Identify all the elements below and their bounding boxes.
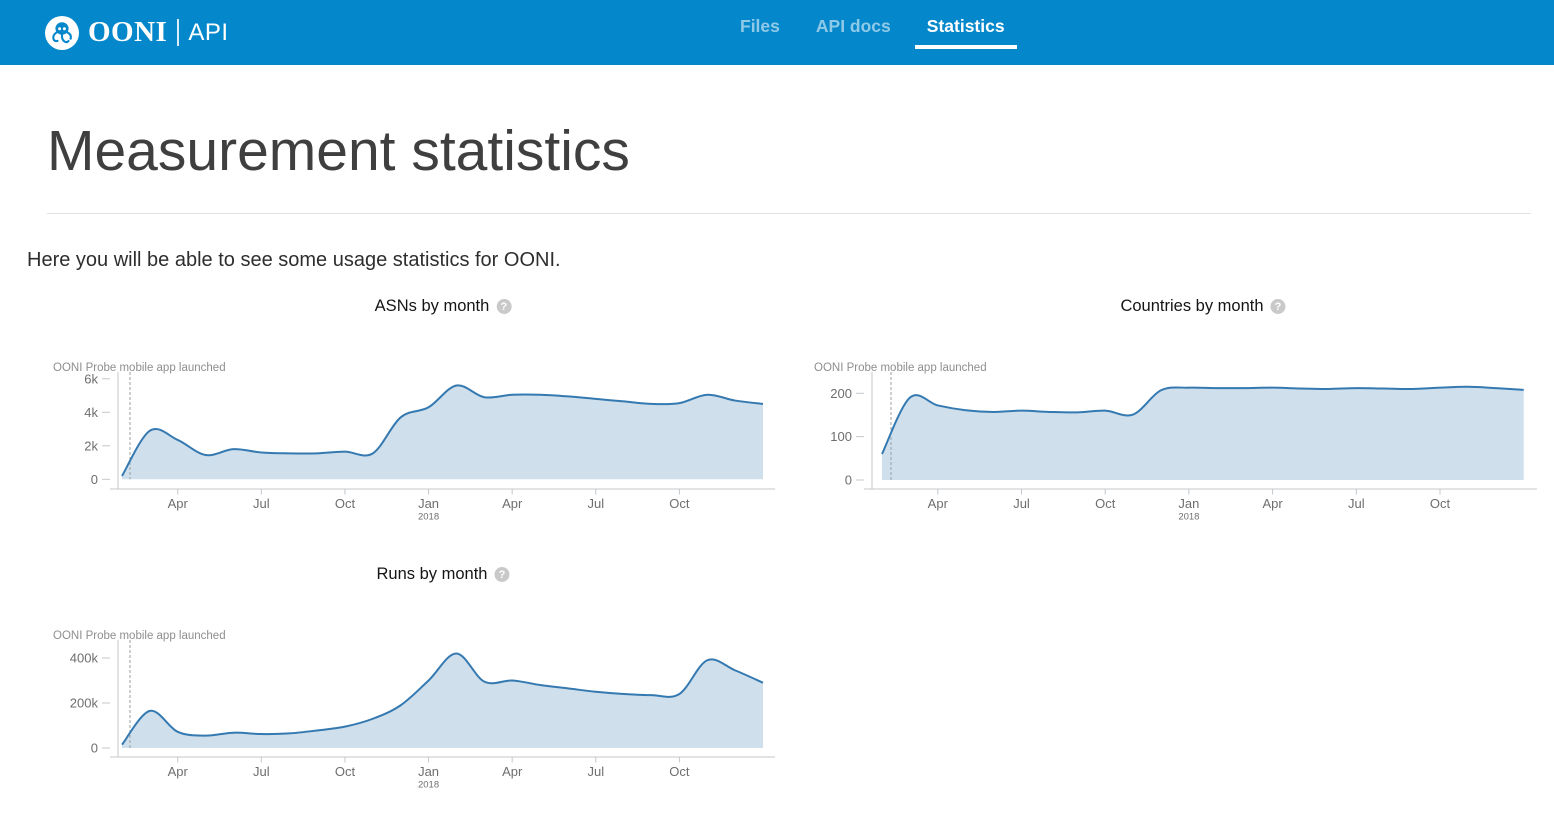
svg-text:200: 200 — [830, 386, 852, 401]
svg-text:Oct: Oct — [669, 496, 690, 511]
svg-text:Apr: Apr — [502, 764, 523, 779]
svg-text:Apr: Apr — [168, 764, 189, 779]
svg-text:0: 0 — [91, 741, 98, 756]
svg-text:2018: 2018 — [1178, 512, 1199, 523]
svg-text:Apr: Apr — [502, 496, 523, 511]
svg-text:2018: 2018 — [418, 512, 439, 523]
logo-separator — [177, 19, 179, 46]
intro-text: Here you will be able to see some usage … — [27, 249, 561, 272]
svg-text:Jul: Jul — [1348, 496, 1365, 511]
svg-text:Apr: Apr — [928, 496, 949, 511]
svg-text:Apr: Apr — [1262, 496, 1283, 511]
ooni-octopus-icon — [45, 16, 79, 50]
svg-text:0: 0 — [91, 472, 98, 487]
svg-text:Apr: Apr — [168, 496, 189, 511]
chart-title: ASNs by month ? — [375, 297, 512, 316]
chart-title-text: Runs by month — [377, 565, 488, 584]
svg-text:Jul: Jul — [253, 496, 270, 511]
svg-text:6k: 6k — [84, 371, 98, 386]
svg-text:Jan: Jan — [418, 496, 439, 511]
brand-sub-name: API — [188, 19, 228, 47]
svg-text:2k: 2k — [84, 438, 98, 453]
svg-text:Oct: Oct — [669, 764, 690, 779]
app-header: OONI API Files API docs Statistics — [0, 0, 1554, 65]
nav-item-statistics[interactable]: Statistics — [915, 0, 1017, 49]
svg-text:200k: 200k — [70, 696, 99, 711]
svg-text:Oct: Oct — [1430, 496, 1451, 511]
svg-text:400k: 400k — [70, 651, 99, 666]
brand-name: OONI — [88, 16, 167, 49]
chart-title: Runs by month ? — [377, 565, 510, 584]
svg-text:0: 0 — [845, 473, 852, 488]
svg-text:Jan: Jan — [418, 764, 439, 779]
svg-text:Oct: Oct — [335, 764, 356, 779]
nav-item-files[interactable]: Files — [728, 0, 792, 49]
nav-item-api-docs[interactable]: API docs — [804, 0, 903, 49]
countries-chart-canvas[interactable]: OONI Probe mobile app launched 0 100 200 Apr… — [800, 355, 1545, 527]
main-nav: Files API docs Statistics — [728, 0, 1017, 49]
svg-text:100: 100 — [830, 429, 852, 444]
svg-text:Jul: Jul — [587, 764, 604, 779]
chart-title: Countries by month ? — [1120, 297, 1285, 316]
help-icon[interactable]: ? — [1271, 299, 1286, 314]
svg-text:Jul: Jul — [587, 496, 604, 511]
page-title: Measurement statistics — [47, 118, 630, 184]
asns-chart-canvas[interactable]: OONI Probe mobile app launched 0 2k 4k 6k Apr… — [35, 355, 780, 527]
chart-title-text: Countries by month — [1120, 297, 1263, 316]
svg-text:OONI Probe mobile app launched: OONI Probe mobile app launched — [814, 362, 987, 374]
svg-text:2018: 2018 — [418, 780, 439, 791]
title-divider — [47, 213, 1531, 214]
question-mark-glyph: ? — [1275, 301, 1282, 313]
question-mark-glyph: ? — [499, 569, 506, 581]
runs-chart-canvas[interactable]: OONI Probe mobile app launched 0 200k 400k A… — [35, 623, 780, 795]
svg-text:Jul: Jul — [1013, 496, 1030, 511]
svg-text:Oct: Oct — [335, 496, 356, 511]
svg-text:OONI Probe mobile app launched: OONI Probe mobile app launched — [53, 630, 226, 642]
svg-text:Jan: Jan — [1178, 496, 1199, 511]
help-icon[interactable]: ? — [494, 567, 509, 582]
ooni-logo[interactable]: OONI API — [45, 0, 229, 65]
svg-text:OONI Probe mobile app launched: OONI Probe mobile app launched — [53, 362, 226, 374]
svg-text:4k: 4k — [84, 405, 98, 420]
question-mark-glyph: ? — [500, 301, 507, 313]
chart-title-text: ASNs by month — [375, 297, 490, 316]
svg-text:Oct: Oct — [1095, 496, 1116, 511]
help-icon[interactable]: ? — [496, 299, 511, 314]
svg-text:Jul: Jul — [253, 764, 270, 779]
